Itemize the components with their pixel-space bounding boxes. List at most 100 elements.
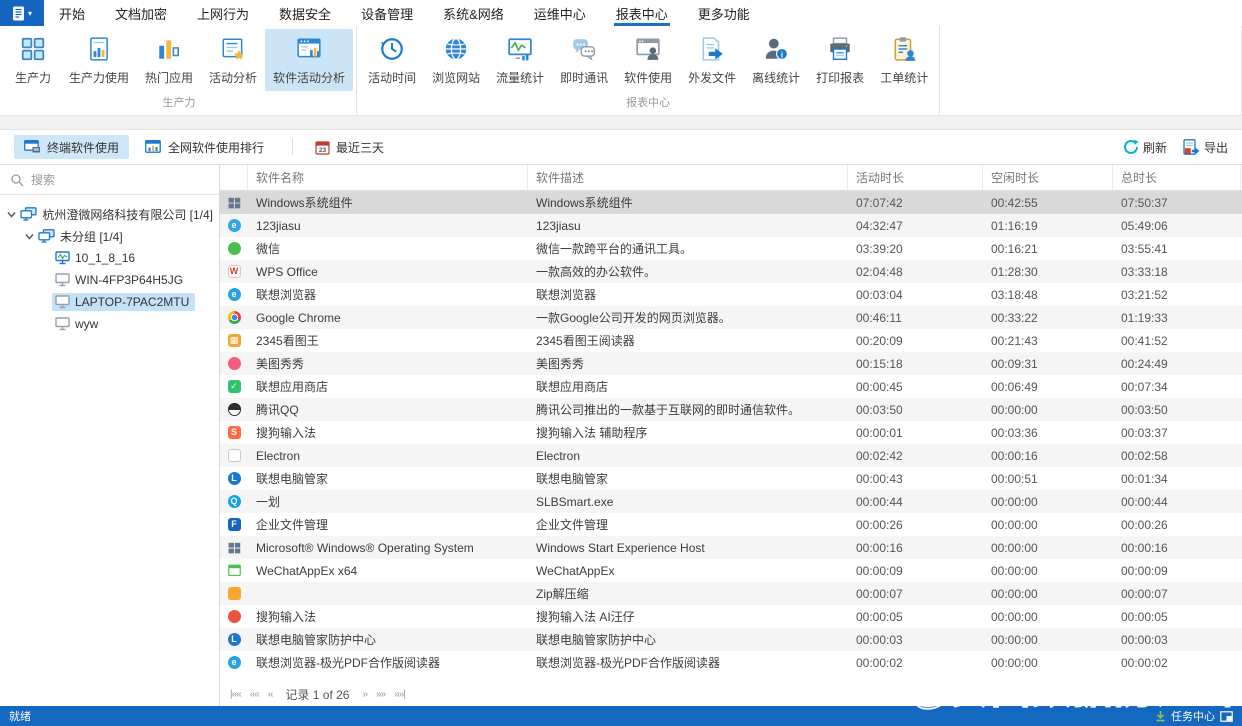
- menubar-item-7[interactable]: 报表中心: [601, 0, 683, 26]
- prev-page-button[interactable]: «: [268, 689, 273, 700]
- ribbon-button-doc-arrow[interactable]: 外发文件: [680, 29, 744, 91]
- cell-icon: ▦: [220, 334, 248, 347]
- table-row[interactable]: S搜狗输入法搜狗输入法 辅助程序00:00:0100:03:3600:03:37: [220, 421, 1242, 444]
- refresh-icon: [1123, 139, 1139, 155]
- column-header-1[interactable]: 软件描述: [528, 165, 848, 190]
- ribbon-button-win-user[interactable]: 软件使用: [616, 29, 680, 91]
- ribbon-button-monitor-wave[interactable]: 流量统计: [488, 29, 552, 91]
- column-header-3[interactable]: 空闲时长: [983, 165, 1113, 190]
- cell-icon: Q: [220, 495, 248, 508]
- search-input[interactable]: [31, 173, 209, 187]
- table-row[interactable]: WWPS Office一款高效的办公软件。02:04:4801:28:3003:…: [220, 260, 1242, 283]
- doc-star-icon: [220, 36, 246, 65]
- cell-name: 微信: [248, 240, 528, 257]
- view-tab-1[interactable]: 全网软件使用排行: [135, 135, 274, 159]
- tree-node-WIN-4FP3P64H5JG[interactable]: WIN-4FP3P64H5JG: [0, 269, 219, 291]
- cell-name: 联想应用商店: [248, 378, 528, 395]
- ribbon-button-clipboard-user[interactable]: 工单统计: [872, 29, 936, 91]
- menubar-item-2[interactable]: 上网行为: [182, 0, 264, 26]
- menubar-item-8[interactable]: 更多功能: [683, 0, 765, 26]
- table-row[interactable]: 腾讯QQ腾讯公司推出的一款基于互联网的即时通信软件。00:03:5000:00:…: [220, 398, 1242, 421]
- menubar-item-3[interactable]: 数据安全: [264, 0, 346, 26]
- tree-node-杭州澄微网络科技有限公司[interactable]: 杭州澄微网络科技有限公司 [1/4]: [0, 203, 219, 225]
- table-row[interactable]: 美图秀秀美图秀秀00:15:1800:09:3100:24:49: [220, 352, 1242, 375]
- ribbon-button-doc-star[interactable]: 活动分析: [201, 29, 265, 91]
- table-row[interactable]: Microsoft® Windows® Operating SystemWind…: [220, 536, 1242, 559]
- table-row[interactable]: WeChatAppEx x64WeChatAppEx00:00:0900:00:…: [220, 559, 1242, 582]
- last-page-button[interactable]: »»|: [394, 689, 405, 700]
- task-window-icon[interactable]: [1220, 711, 1233, 722]
- column-header-2[interactable]: 活动时长: [848, 165, 983, 190]
- menubar-item-1[interactable]: 文档加密: [100, 0, 182, 26]
- cell-total: 00:00:26: [1113, 518, 1241, 532]
- column-header-0[interactable]: 软件名称: [248, 165, 528, 190]
- chevron-down-icon[interactable]: [6, 211, 17, 218]
- menubar-item-5[interactable]: 系统&网络: [428, 0, 519, 26]
- menubar-item-4[interactable]: 设备管理: [346, 0, 428, 26]
- table-row[interactable]: ✓联想应用商店联想应用商店00:00:4500:06:4900:07:34: [220, 375, 1242, 398]
- fast-next-button[interactable]: »»: [376, 689, 385, 700]
- table-row[interactable]: 微信微信一款跨平台的通讯工具。03:39:2000:16:2103:55:41: [220, 237, 1242, 260]
- ribbon-button-user-info[interactable]: i离线统计: [744, 29, 808, 91]
- table-row[interactable]: L联想电脑管家联想电脑管家00:00:4300:00:5100:01:34: [220, 467, 1242, 490]
- cell-total: 01:19:33: [1113, 311, 1241, 325]
- cell-total: 00:00:05: [1113, 610, 1241, 624]
- export-button[interactable]: 导出: [1183, 139, 1228, 156]
- app-menu-button[interactable]: ▾: [0, 0, 44, 26]
- column-header-4[interactable]: 总时长: [1113, 165, 1241, 190]
- cell-active: 00:00:02: [848, 656, 983, 670]
- menubar-item-0[interactable]: 开始: [44, 0, 100, 26]
- cell-idle: 00:00:00: [983, 518, 1113, 532]
- ribbon-button-bars[interactable]: 热门应用: [137, 29, 201, 91]
- ribbon-button-printer[interactable]: 打印报表: [808, 29, 872, 91]
- table-row[interactable]: L联想电脑管家防护中心联想电脑管家防护中心00:00:0300:00:0000:…: [220, 628, 1242, 651]
- cell-desc: 123jiasu: [528, 219, 848, 233]
- table-row[interactable]: 搜狗输入法搜狗输入法 AI汪仔00:00:0500:00:0000:00:05: [220, 605, 1242, 628]
- ribbon-button-doc-bars[interactable]: 生产力使用: [61, 29, 137, 91]
- table-row[interactable]: Zip解压缩00:00:0700:00:0000:00:07: [220, 582, 1242, 605]
- table-row[interactable]: ElectronElectron00:02:4200:00:1600:02:58: [220, 444, 1242, 467]
- tree-node-wyw[interactable]: wyw: [0, 313, 219, 335]
- app-icon: [228, 587, 241, 600]
- fast-prev-button[interactable]: ««: [250, 689, 259, 700]
- ribbon-button-win-bars[interactable]: 软件活动分析: [265, 29, 353, 91]
- table-row[interactable]: e123jiasu123jiasu04:32:4701:16:1905:49:0…: [220, 214, 1242, 237]
- tree-node-LAPTOP-7PAC2MTU[interactable]: LAPTOP-7PAC2MTU: [0, 291, 219, 313]
- cell-name: Google Chrome: [248, 311, 528, 325]
- cell-idle: 00:00:00: [983, 610, 1113, 624]
- cell-name: Windows系统组件: [248, 194, 528, 211]
- ribbon-button-clock[interactable]: 活动时间: [360, 29, 424, 91]
- ribbon-button-chat[interactable]: 即时通讯: [552, 29, 616, 91]
- table-row[interactable]: e联想浏览器联想浏览器00:03:0403:18:4803:21:52: [220, 283, 1242, 306]
- ribbon-button-label: 软件活动分析: [273, 69, 345, 86]
- table-row[interactable]: ▦2345看图王2345看图王阅读器00:20:0900:21:4300:41:…: [220, 329, 1242, 352]
- cell-icon: [220, 242, 248, 255]
- app-icon: e: [228, 219, 241, 232]
- chevron-down-icon[interactable]: [23, 233, 35, 240]
- table-row[interactable]: Q一划SLBSmart.exe00:00:4400:00:0000:00:44: [220, 490, 1242, 513]
- first-page-button[interactable]: |««: [230, 689, 241, 700]
- cell-desc: Windows系统组件: [528, 194, 848, 211]
- table-row[interactable]: e联想浏览器-极光PDF合作版阅读器联想浏览器-极光PDF合作版阅读器00:00…: [220, 651, 1242, 674]
- cell-name: 2345看图王: [248, 332, 528, 349]
- toolbar-separator: [292, 139, 293, 155]
- app-logo-icon: [12, 6, 25, 21]
- view-tab-0[interactable]: 终端软件使用: [14, 135, 129, 159]
- menubar-item-6[interactable]: 运维中心: [519, 0, 601, 26]
- table-row[interactable]: F企业文件管理企业文件管理00:00:2600:00:0000:00:26: [220, 513, 1242, 536]
- ribbon-button-globe[interactable]: 浏览网站: [424, 29, 488, 91]
- tree-node-未分组[interactable]: 未分组 [1/4]: [0, 225, 219, 247]
- cell-total: 00:02:58: [1113, 449, 1241, 463]
- next-page-button[interactable]: »: [362, 689, 367, 700]
- ribbon-button-label: 生产力: [15, 69, 51, 86]
- task-center-button[interactable]: 任务中心: [1171, 708, 1215, 724]
- tree-node-10_1_8_16[interactable]: 10_1_8_16: [0, 247, 219, 269]
- cell-active: 02:04:48: [848, 265, 983, 279]
- table-row[interactable]: Windows系统组件Windows系统组件07:07:4200:42:5507…: [220, 191, 1242, 214]
- date-range-filter[interactable]: 23 最近三天: [305, 135, 394, 159]
- cell-name: 腾讯QQ: [248, 401, 528, 418]
- table-row[interactable]: Google Chrome一款Google公司开发的网页浏览器。00:46:11…: [220, 306, 1242, 329]
- refresh-button[interactable]: 刷新: [1123, 139, 1167, 156]
- ribbon-button-grid[interactable]: 生产力: [5, 29, 61, 91]
- cell-desc: 联想浏览器: [528, 286, 848, 303]
